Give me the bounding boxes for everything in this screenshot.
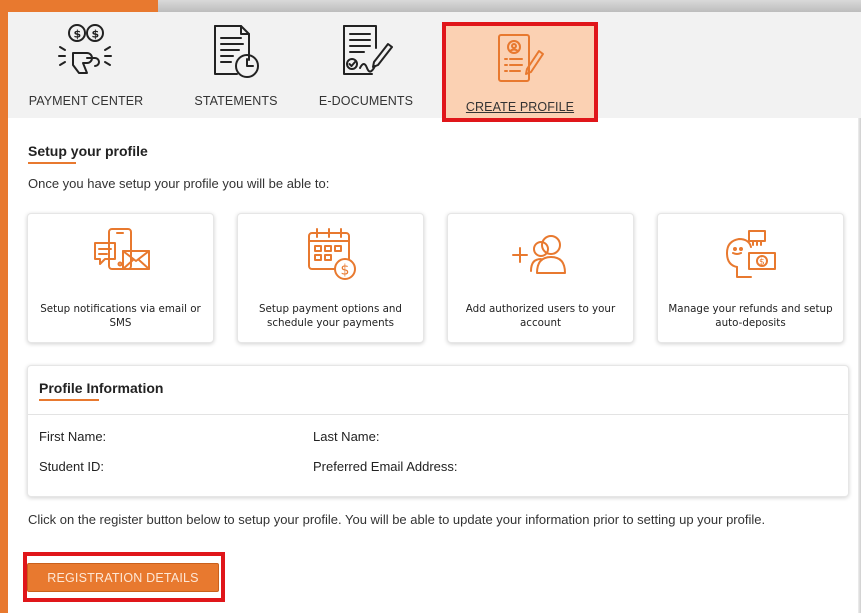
student-id-label: Student ID:	[39, 459, 105, 474]
feature-card-text: Manage your refunds and setup auto-depos…	[668, 303, 833, 329]
divider	[28, 414, 848, 415]
registration-details-button[interactable]: REGISTRATION DETAILS	[27, 563, 219, 592]
tab-payment-center[interactable]: $ $ PAYMENT CENTER	[10, 20, 162, 116]
phone-mail-icon	[86, 226, 156, 286]
profile-information-heading: Profile Information	[39, 380, 164, 396]
calendar-payment-icon: $	[296, 226, 366, 286]
payment-hand-icon: $ $	[56, 20, 116, 82]
refund-deposit-icon: $	[716, 226, 786, 286]
window-left-border	[0, 0, 8, 613]
setup-intro-text: Once you have setup your profile you wil…	[28, 176, 330, 191]
tab-payment-center-label: PAYMENT CENTER	[28, 94, 144, 108]
feature-card-payments: $ Setup payment options and schedule you…	[237, 213, 424, 343]
svg-text:$: $	[759, 258, 765, 268]
svg-text:$: $	[92, 28, 100, 41]
profile-information-panel: Profile Information First Name: Last Nam…	[27, 365, 849, 497]
preferred-email-label: Preferred Email Address:	[313, 459, 458, 474]
feature-card-refunds: $ Manage your refunds and setup auto-dep…	[657, 213, 844, 343]
heading-underline	[39, 399, 99, 401]
main-content: Setup your profile Once you have setup y…	[8, 118, 858, 613]
feature-card-text: Setup payment options and schedule your …	[259, 303, 402, 329]
last-name-label: Last Name:	[313, 429, 380, 444]
add-users-icon	[506, 226, 576, 286]
setup-profile-heading: Setup your profile	[28, 143, 148, 159]
tab-e-documents[interactable]: E-DOCUMENTS	[306, 20, 426, 116]
tab-create-profile-label: CREATE PROFILE	[465, 100, 575, 114]
tab-statements-label: STATEMENTS	[194, 94, 278, 108]
document-sign-icon	[336, 20, 396, 82]
feature-card-text: Setup notifications via email or SMS	[40, 303, 201, 329]
svg-text:$: $	[74, 28, 82, 41]
feature-card-text: Add authorized users to your account	[465, 303, 616, 329]
profile-edit-icon	[490, 28, 550, 90]
feature-card-authorized-users: Add authorized users to your account	[447, 213, 634, 343]
heading-underline	[28, 162, 76, 164]
svg-text:$: $	[340, 263, 349, 279]
tab-create-profile[interactable]: CREATE PROFILE	[442, 22, 598, 122]
register-instructions: Click on the register button below to se…	[28, 512, 766, 527]
statement-clock-icon	[206, 20, 266, 82]
feature-card-notifications: Setup notifications via email or SMS	[27, 213, 214, 343]
tab-e-documents-label: E-DOCUMENTS	[318, 94, 414, 108]
first-name-label: First Name:	[39, 429, 107, 444]
top-navigation: $ $ PAYMENT CENTER STATEMENTS E-DOCUMENT…	[8, 12, 861, 122]
tab-statements[interactable]: STATEMENTS	[176, 20, 296, 116]
window-top-accent	[0, 0, 158, 12]
